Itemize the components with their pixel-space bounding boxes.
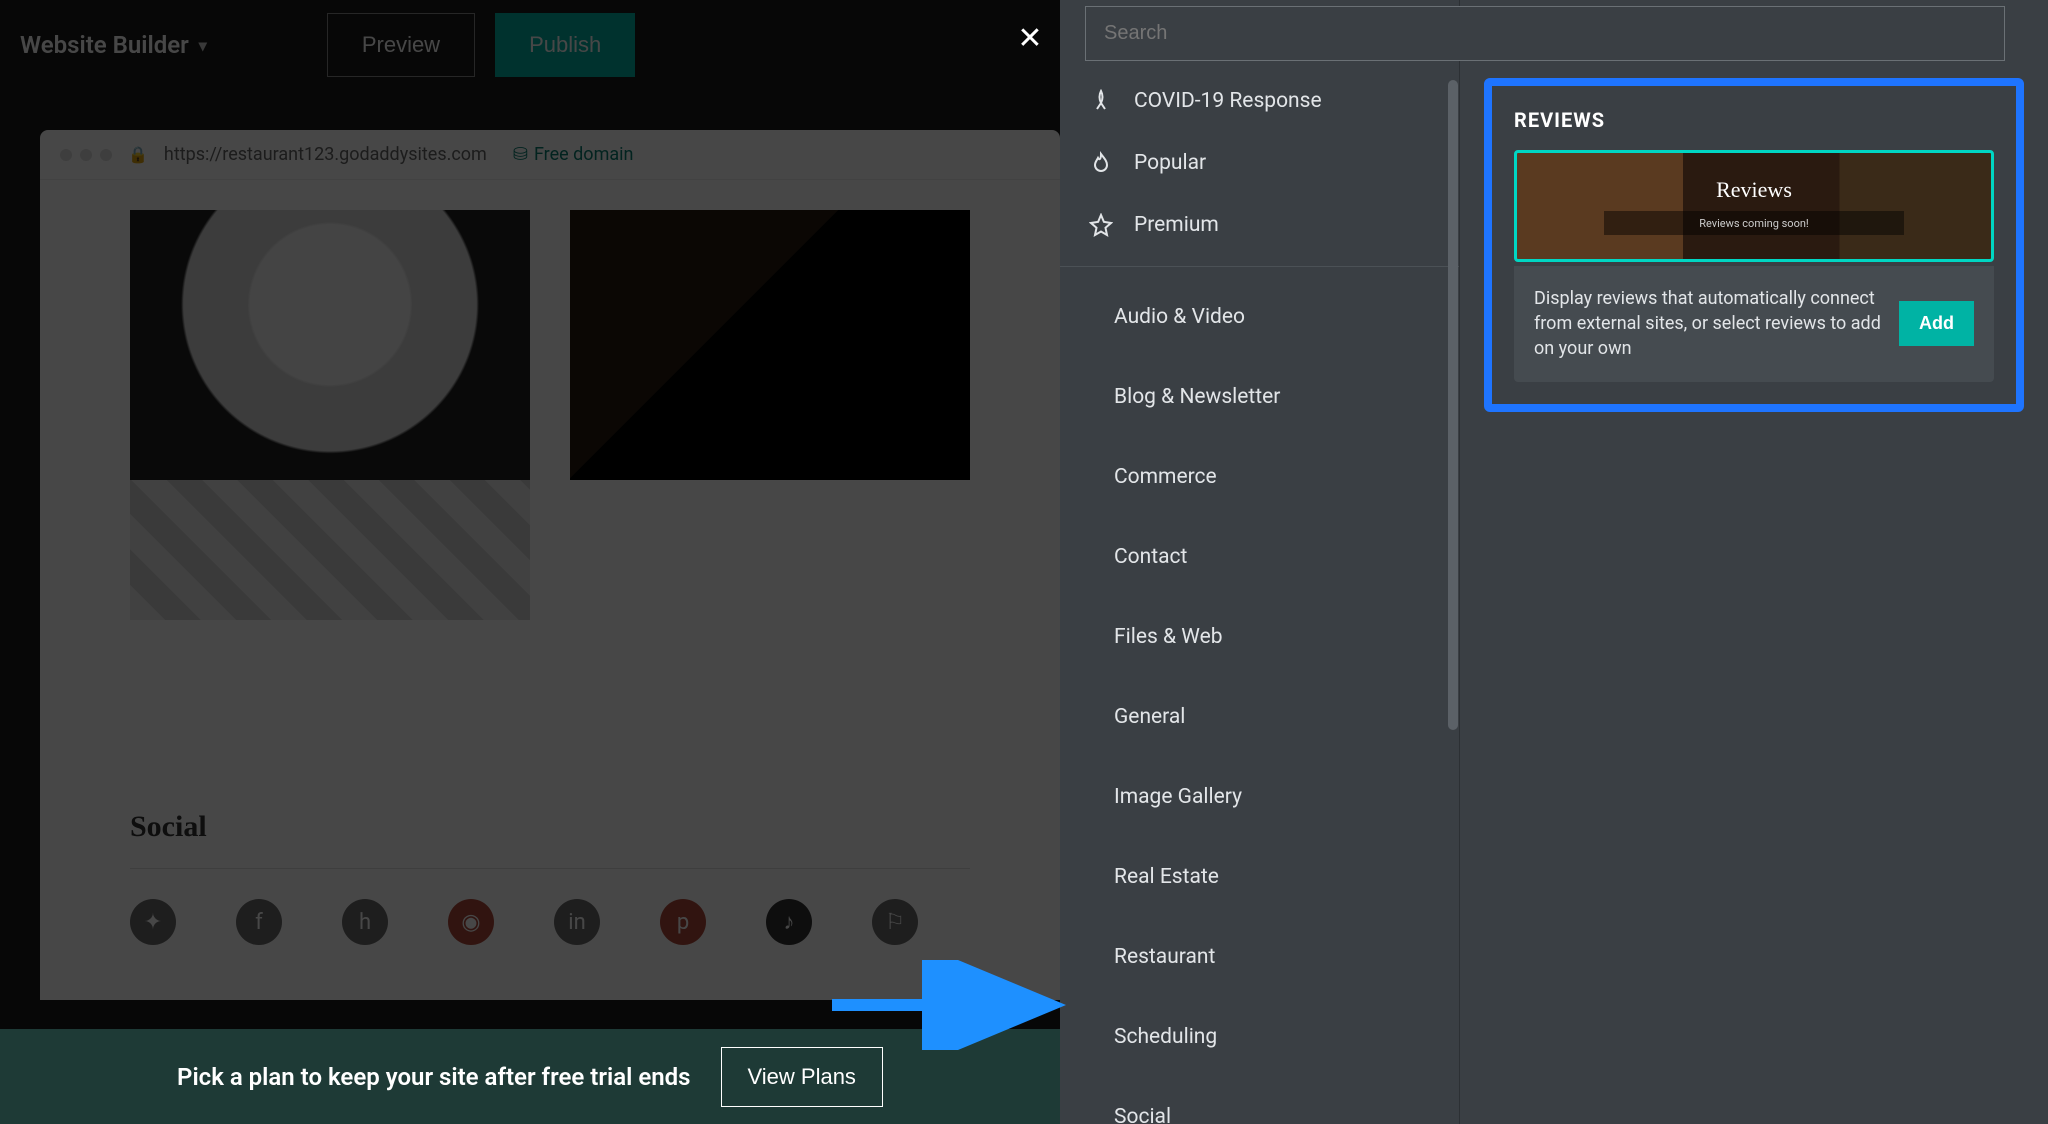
cat-general[interactable]: General — [1060, 677, 1459, 757]
cat-image-gallery[interactable]: Image Gallery — [1060, 757, 1459, 837]
highlighted-reviews-card: REVIEWS Reviews Reviews coming soon! Dis… — [1484, 78, 2024, 412]
free-domain-label: Free domain — [534, 144, 634, 165]
pinterest-icon[interactable]: p — [660, 899, 706, 945]
publish-button[interactable]: Publish — [495, 13, 635, 77]
gift-icon: ⛁ — [513, 144, 528, 165]
gallery-image — [570, 210, 970, 480]
divider — [130, 868, 970, 869]
preview-heading: Reviews — [1716, 177, 1792, 203]
flame-icon — [1088, 150, 1114, 176]
site-preview-canvas: 🔒 https://restaurant123.godaddysites.com… — [40, 130, 1060, 1000]
trial-banner: Pick a plan to keep your site after free… — [0, 1029, 1060, 1124]
linkedin-icon[interactable]: in — [554, 899, 600, 945]
url-bar: 🔒 https://restaurant123.godaddysites.com… — [40, 130, 1060, 180]
cat-label: Popular — [1134, 151, 1206, 175]
cat-blog-newsletter[interactable]: Blog & Newsletter — [1060, 357, 1459, 437]
category-sidebar: COVID-19 Response Popular Premium Aud — [1060, 0, 1460, 1124]
section-detail: REVIEWS Reviews Reviews coming soon! Dis… — [1460, 0, 2048, 1124]
cat-label: Premium — [1134, 213, 1219, 237]
cat-premium[interactable]: Premium — [1060, 194, 1459, 256]
tiktok-icon[interactable]: ♪ — [766, 899, 812, 945]
section-description: Display reviews that automatically conne… — [1534, 286, 1899, 362]
preview-subtext: Reviews coming soon! — [1699, 217, 1809, 230]
cat-audio-video[interactable]: Audio & Video — [1060, 277, 1459, 357]
cat-covid[interactable]: COVID-19 Response — [1060, 70, 1459, 132]
separator — [1060, 266, 1459, 267]
social-icons-row: ✦ f h ◉ in p ♪ ⚐ — [130, 899, 970, 945]
cat-popular[interactable]: Popular — [1060, 132, 1459, 194]
add-button[interactable]: Add — [1899, 301, 1974, 346]
free-domain-link[interactable]: ⛁ Free domain — [513, 144, 634, 165]
houzz-icon[interactable]: h — [342, 899, 388, 945]
trial-text: Pick a plan to keep your site after free… — [177, 1063, 690, 1091]
cat-commerce[interactable]: Commerce — [1060, 437, 1459, 517]
add-section-panel: COVID-19 Response Popular Premium Aud — [1060, 0, 2048, 1124]
facebook-icon[interactable]: f — [236, 899, 282, 945]
cat-social[interactable]: Social — [1060, 1077, 1459, 1124]
brand-label: Website Builder — [20, 31, 189, 59]
detail-title: REVIEWS — [1514, 108, 1994, 132]
ribbon-icon — [1088, 88, 1114, 114]
discord-icon[interactable]: ✦ — [130, 899, 176, 945]
cat-contact[interactable]: Contact — [1060, 517, 1459, 597]
cat-label: COVID-19 Response — [1134, 89, 1322, 113]
cat-files-web[interactable]: Files & Web — [1060, 597, 1459, 677]
window-dots — [60, 149, 112, 161]
close-icon[interactable]: ✕ — [1010, 18, 1050, 58]
cat-restaurant[interactable]: Restaurant — [1060, 917, 1459, 997]
social-heading: Social — [130, 810, 970, 844]
gallery-image — [130, 210, 530, 480]
view-plans-button[interactable]: View Plans — [721, 1047, 883, 1107]
section-preview-thumbnail[interactable]: Reviews Reviews coming soon! — [1514, 150, 1994, 262]
brand-dropdown[interactable]: Website Builder ▾ — [20, 31, 207, 59]
star-icon — [1088, 212, 1114, 238]
gallery-image — [130, 480, 530, 620]
cat-scheduling[interactable]: Scheduling — [1060, 997, 1459, 1077]
scrollbar-thumb[interactable] — [1448, 80, 1458, 730]
twitch-icon[interactable]: ⚐ — [872, 899, 918, 945]
site-url: https://restaurant123.godaddysites.com — [164, 144, 487, 165]
cat-real-estate[interactable]: Real Estate — [1060, 837, 1459, 917]
instagram-icon[interactable]: ◉ — [448, 899, 494, 945]
lock-icon: 🔒 — [128, 145, 148, 164]
chevron-down-icon: ▾ — [199, 36, 207, 55]
search-input[interactable] — [1085, 6, 2005, 61]
preview-button[interactable]: Preview — [327, 13, 475, 77]
